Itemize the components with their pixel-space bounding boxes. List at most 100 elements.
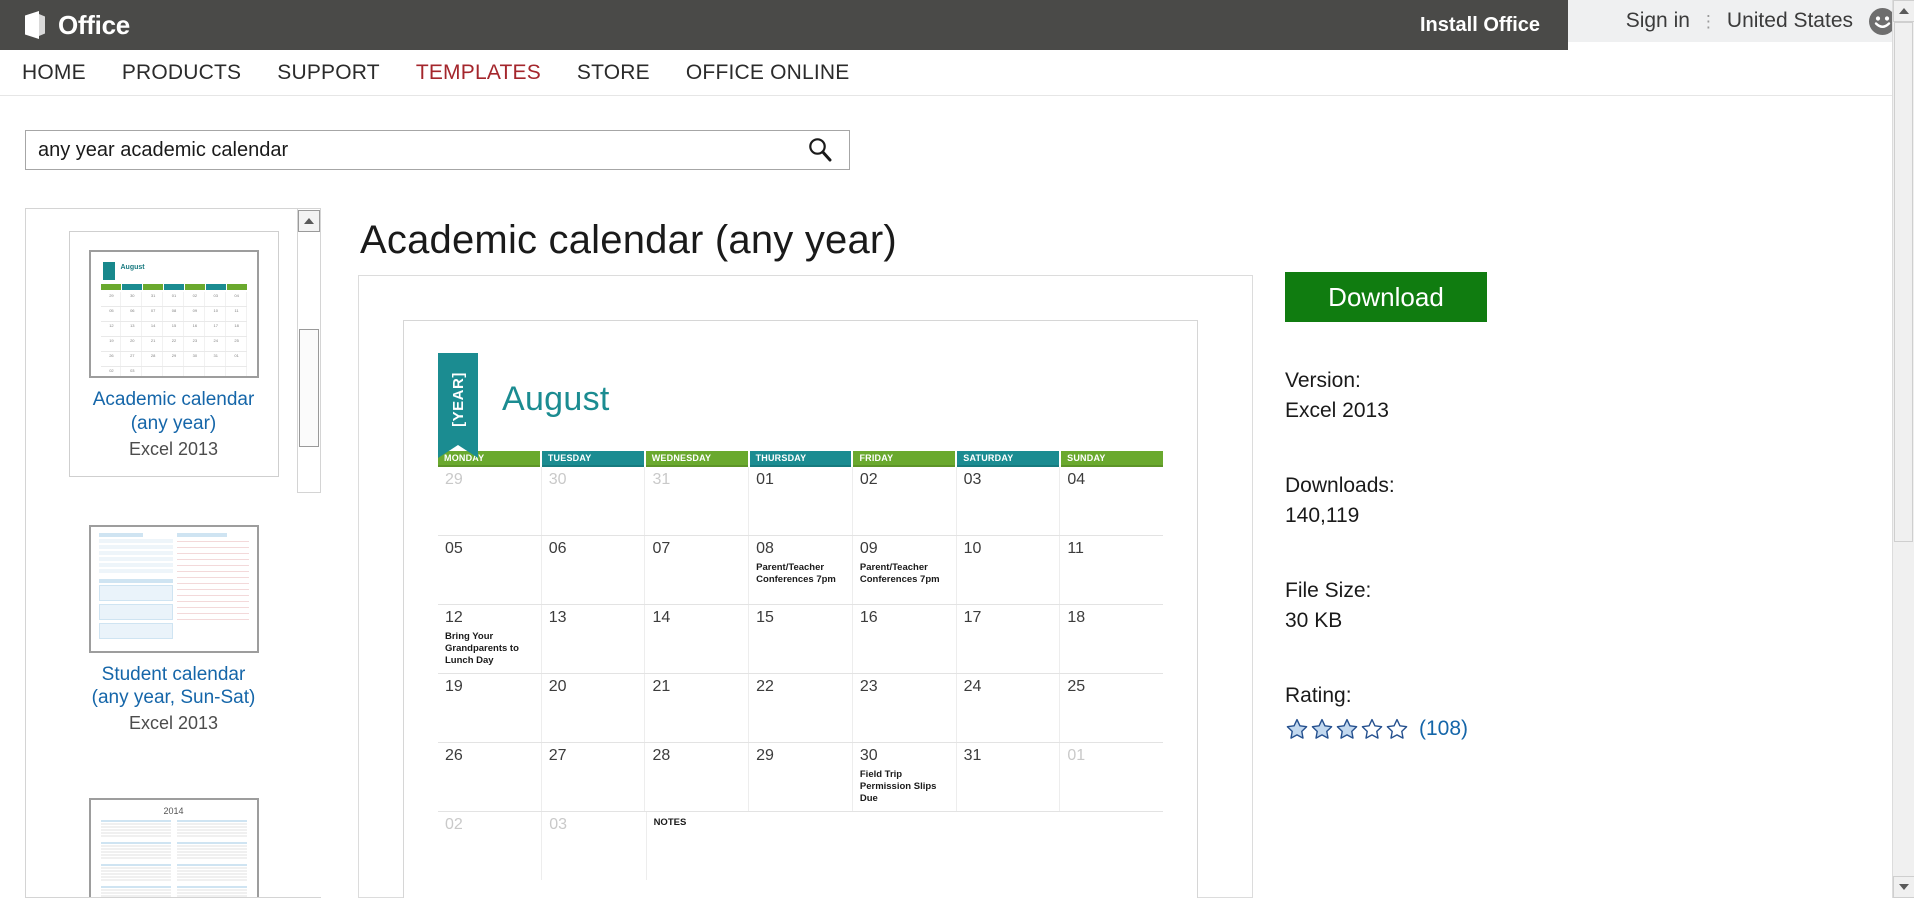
template-preview-sheet: [YEAR] August MONDAY TUESDAY WEDNESDAY T… <box>403 320 1198 898</box>
calendar-notes-cell: NOTES <box>647 812 750 880</box>
calendar-day-cell: 21 <box>645 674 750 742</box>
sign-in-link[interactable]: Sign in <box>1626 9 1690 33</box>
calendar-day-cell: 26 <box>438 743 542 811</box>
template-results-list[interactable]: August 29 30 31 01 02 03 04 05 06 07 08 09 10 11 12 1… <box>25 208 321 898</box>
calendar-day-cell <box>853 812 956 880</box>
star-filled-icon[interactable] <box>1335 717 1359 741</box>
day-number: 23 <box>859 678 878 695</box>
template-preview-panel[interactable]: [YEAR] August MONDAY TUESDAY WEDNESDAY T… <box>358 275 1253 898</box>
day-number: 01 <box>756 471 774 488</box>
day-number: 31 <box>963 747 982 764</box>
star-filled-icon[interactable] <box>1285 717 1309 741</box>
scroll-down-arrow-icon <box>1899 884 1909 890</box>
template-result-title-line1: Student calendar <box>101 663 246 685</box>
template-details-panel: Download Version: Excel 2013 Downloads: … <box>1285 272 1685 741</box>
search-icon <box>807 136 833 165</box>
calendar-day-cell: 19 <box>438 674 542 742</box>
template-result-year-calendar[interactable]: 2014 <box>68 772 279 897</box>
calendar-grid: 29 30 31 01 02 03 04 05 06 07 08 Parent/T… <box>438 467 1163 880</box>
calendar-day-cell: 03 <box>542 812 647 880</box>
day-header-thursday: THURSDAY <box>749 451 852 467</box>
day-number: 14 <box>652 609 671 626</box>
account-bar: Sign in ⋮ United States <box>1568 0 1914 42</box>
page-root: Office Install Office Sign in ⋮ United S… <box>0 0 1914 898</box>
page-scrollbar[interactable] <box>1892 0 1914 898</box>
rating-stars[interactable] <box>1285 717 1409 741</box>
day-number: 22 <box>756 678 774 695</box>
calendar-day-cell: 12 Bring Your Grandparents to Lunch Day <box>438 605 542 673</box>
calendar-day-cell: 11 <box>1060 536 1163 604</box>
day-number: 02 <box>859 471 878 488</box>
template-result-app: Excel 2013 <box>128 713 219 733</box>
day-number: 05 <box>445 540 463 557</box>
calendar-day-cell: 30 Field Trip Permission Slips Due <box>853 743 957 811</box>
template-result-academic-calendar[interactable]: August 29 30 31 01 02 03 04 05 06 07 08 09 10 11 12 1… <box>68 231 279 477</box>
results-list-scrollbar[interactable] <box>297 208 321 493</box>
calendar-month-title: August <box>502 379 610 418</box>
nav-item-office-online[interactable]: OFFICE ONLINE <box>686 61 850 85</box>
search-button[interactable] <box>791 131 849 169</box>
day-number: 29 <box>756 747 774 764</box>
template-result-title-line2: (any year) <box>130 412 217 434</box>
day-number: 01 <box>1067 747 1086 764</box>
star-filled-icon[interactable] <box>1310 717 1334 741</box>
day-number: 24 <box>963 678 982 695</box>
install-office-link[interactable]: Install Office <box>1420 14 1540 37</box>
star-empty-icon[interactable] <box>1385 717 1409 741</box>
scroll-up-button[interactable] <box>298 210 320 232</box>
nav-item-templates[interactable]: TEMPLATES <box>416 61 541 85</box>
calendar-week-row: 05 06 07 08 Parent/Teacher Conferences 7p… <box>438 536 1163 605</box>
day-number: 04 <box>1067 471 1086 488</box>
downloads-label: Downloads: <box>1285 473 1395 497</box>
day-number: 02 <box>445 816 463 833</box>
calendar-week-row: 29 30 31 01 02 03 04 <box>438 467 1163 536</box>
day-number: 06 <box>548 540 567 557</box>
calendar-day-cell: 14 <box>645 605 750 673</box>
page-scrollbar-thumb[interactable] <box>1894 22 1913 542</box>
day-number: 12 <box>445 609 463 626</box>
calendar-week-row: 12 Bring Your Grandparents to Lunch Day 1… <box>438 605 1163 674</box>
day-number: 09 <box>859 540 878 557</box>
day-number: 30 <box>548 471 567 488</box>
page-scroll-down-button[interactable] <box>1893 876 1914 898</box>
day-number: 18 <box>1067 609 1086 626</box>
day-number: 15 <box>756 609 774 626</box>
nav-item-home[interactable]: HOME <box>22 61 86 85</box>
day-event: Parent/Teacher Conferences 7pm <box>859 561 940 585</box>
calendar-day-cell: 17 <box>957 605 1061 673</box>
calendar-day-cell: 08 Parent/Teacher Conferences 7pm <box>749 536 853 604</box>
year-ribbon-icon: [YEAR] <box>438 353 478 458</box>
office-brand-logo[interactable]: Office <box>22 10 130 40</box>
nav-item-support[interactable]: SUPPORT <box>277 61 380 85</box>
results-scrollbar-thumb[interactable] <box>299 329 319 447</box>
nav-item-products[interactable]: PRODUCTS <box>122 61 241 85</box>
calendar-day-cell: 22 <box>749 674 853 742</box>
nav-item-store[interactable]: STORE <box>577 61 650 85</box>
day-header-sunday: SUNDAY <box>1061 451 1164 467</box>
calendar-day-cell: 31 <box>645 467 750 535</box>
day-number: 17 <box>963 609 982 626</box>
downloads-block: Downloads: 140,119 <box>1285 471 1685 532</box>
template-result-title-line1: Academic calendar <box>92 389 255 410</box>
day-number: 20 <box>548 678 567 695</box>
template-result-student-calendar[interactable]: Student calendar (any year, Sun-Sat) Exc… <box>68 498 279 750</box>
vertical-dots-separator-icon: ⋮ <box>1699 11 1717 31</box>
calendar-day-cell: 29 <box>749 743 853 811</box>
search-bar <box>25 130 850 170</box>
country-selector[interactable]: United States <box>1727 9 1853 33</box>
calendar-day-cell: 07 <box>645 536 750 604</box>
page-scroll-up-button[interactable] <box>1893 0 1914 22</box>
day-event: Bring Your Grandparents to Lunch Day <box>445 630 519 666</box>
main-navigation: HOME PRODUCTS SUPPORT TEMPLATES STORE OF… <box>0 50 1892 96</box>
day-number: 10 <box>963 540 982 557</box>
calendar-day-cell: 02 <box>438 812 543 880</box>
calendar-day-cell: 31 <box>957 743 1061 811</box>
rating-count[interactable]: (108) <box>1419 717 1468 741</box>
search-input[interactable] <box>26 131 791 169</box>
august-calendar-thumbnail: August 29 30 31 01 02 03 04 05 06 07 08 09 10 11 12 1… <box>88 250 259 378</box>
day-event: Parent/Teacher Conferences 7pm <box>756 561 836 585</box>
version-value: Excel 2013 <box>1285 399 1389 423</box>
star-empty-icon[interactable] <box>1360 717 1384 741</box>
download-button[interactable]: Download <box>1285 272 1487 322</box>
calendar-day-cell: 20 <box>542 674 646 742</box>
